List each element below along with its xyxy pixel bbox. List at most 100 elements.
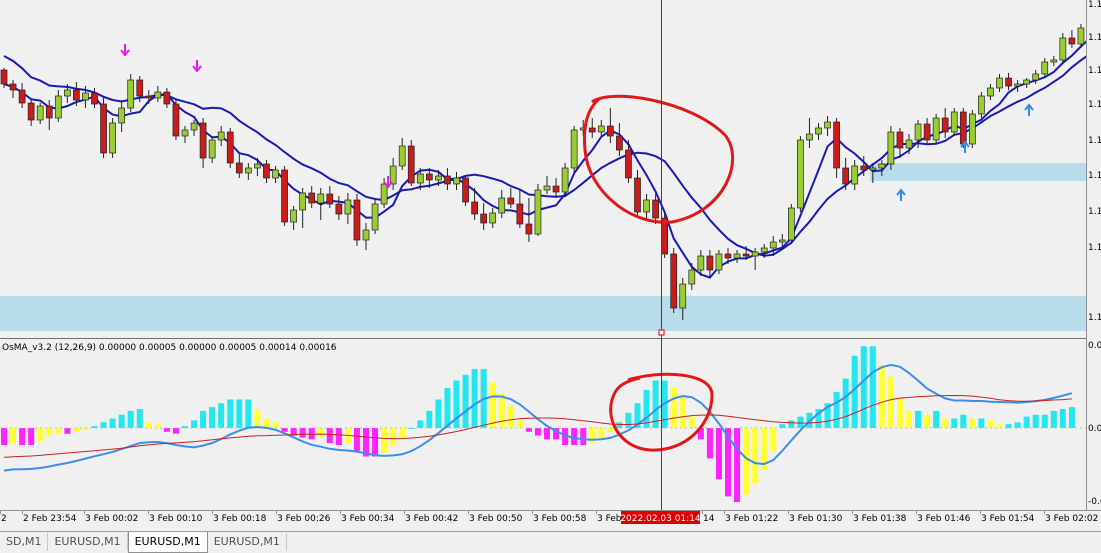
time-tick-label: 3 Feb 00:02 [85,514,138,524]
histogram-bar [507,405,514,428]
candle-body [534,189,542,235]
candle-body [923,123,931,141]
histogram-bar [353,428,360,451]
time-tick-label: 3 Feb 00:10 [149,514,203,524]
cursor-time-label: 2022.02.03 01:14 [620,514,701,524]
histogram-bar [869,346,876,428]
histogram-bar [489,382,496,428]
price-zone [870,163,1086,181]
candle-body [679,283,687,309]
candle-body [27,102,35,121]
candle-body [380,183,388,205]
candle-body [471,201,478,215]
histogram-bar [616,422,623,428]
histogram-bar [951,418,958,428]
histogram-bar [516,420,523,428]
histogram-bar [372,428,379,457]
histogram-bar [1,428,7,446]
candle-body [199,122,207,159]
candle-body [688,269,696,285]
cursor-handle[interactable] [658,329,665,336]
candle [172,100,180,140]
histogram-bar [28,428,35,446]
time-tick-label: 3 Feb 02:02 [1045,514,1098,524]
chart-tab-2[interactable]: EURUSD,M1 [127,532,208,553]
histogram-bar [127,410,134,428]
candle-body [597,125,605,133]
candle-body [932,117,940,141]
chart-tab-0[interactable]: SD,M1 [0,533,49,551]
histogram-bar [399,428,406,438]
time-tick-label: 2 [1,514,7,524]
candle-body [987,87,994,97]
candle-body [1032,73,1040,81]
candle-body [9,83,17,91]
chart-tab-1[interactable]: EURUSD,M1 [48,533,128,551]
chart-tab-3[interactable]: EURUSD,M1 [208,533,287,551]
histogram-bar [254,409,261,428]
candle-body [299,192,306,211]
candle-body [353,199,361,241]
candle [787,204,795,244]
candle-body [869,167,877,171]
histogram-bar [426,410,433,428]
candle [407,140,415,186]
candle [887,126,895,170]
candle-body [968,113,976,145]
histogram-bar [960,414,967,428]
candle-body [435,175,442,181]
candle [462,176,469,206]
histogram-bar [191,420,198,428]
chart-canvas[interactable]: OsMA_v3.2 (12,26,9) 0.00000 0.00005 0.00… [0,0,1101,531]
histogram-bar [55,428,62,434]
candle [968,110,976,148]
candle-body [896,131,904,149]
time-tick-label: 3 Feb 00:34 [341,514,395,524]
candle [109,118,116,158]
histogram-bar [833,391,840,428]
candle-body [118,107,126,124]
histogram-bar [688,416,695,428]
histogram-bar [73,428,80,432]
candle [127,74,135,112]
candle-body [154,91,162,99]
candle-body [616,135,623,151]
time-tick-label: 3 Feb [597,514,622,524]
osc-tick-label: 0.0 [1088,341,1101,351]
candle-body [254,163,261,169]
histogram-bar [326,428,333,444]
histogram-bar [996,424,1003,428]
candle [100,96,107,158]
histogram-bar [978,418,985,428]
candle-body [100,103,107,154]
price-tick-label: 1.1 [1088,100,1101,110]
histogram-bar [598,428,605,440]
histogram-bar [109,418,116,428]
time-tick-label: 3 Feb 01:46 [917,514,971,524]
candle-body [127,79,135,109]
candle-body [389,165,397,185]
candle-body [851,165,859,185]
candle-body [1041,61,1049,75]
candle-body [1014,83,1021,87]
histogram-bar [942,418,949,428]
candle-body [652,199,659,219]
price-tick-label: 1.1 [1088,66,1101,76]
candle-body [407,145,415,184]
candle-body [1023,79,1031,85]
candle [932,114,940,144]
histogram-bar [580,428,587,446]
candle-body [453,177,460,185]
histogram-bar [46,428,53,436]
candle-body [109,122,116,154]
histogram-bar [299,428,306,438]
candle-body [444,175,451,185]
candle-body [63,89,71,97]
histogram-bar [236,399,243,428]
histogram-bar [245,399,252,428]
candle-body [543,185,551,191]
time-tick-label: 2 Feb 23:54 [23,514,77,524]
candle-body [1005,77,1012,87]
candle-body [806,133,813,141]
price-zone [0,296,1086,331]
